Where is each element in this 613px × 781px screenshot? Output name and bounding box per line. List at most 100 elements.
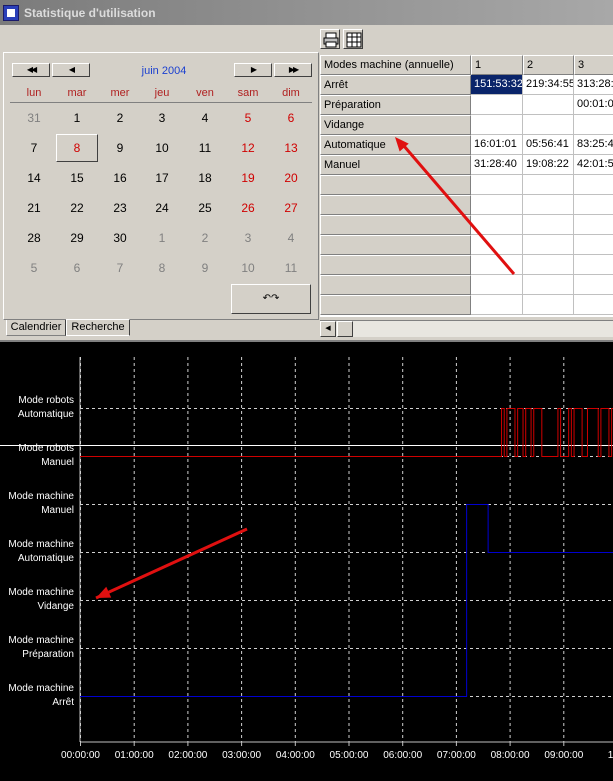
calendar-day[interactable]: 1	[57, 104, 97, 132]
grid-row-header: Vidange	[320, 115, 471, 135]
calendar-day[interactable]: 25	[185, 194, 225, 222]
grid-cell[interactable]	[574, 115, 613, 135]
grid-cell[interactable]	[471, 115, 523, 135]
grid-cell[interactable]: 00:01:0	[574, 95, 613, 115]
prev-month-button[interactable]: ◀	[52, 63, 90, 77]
calendar-day[interactable]: 9	[185, 254, 225, 282]
grid-cell[interactable]: 05:56:41	[523, 135, 574, 155]
grid-cell[interactable]	[523, 255, 574, 275]
calendar-day[interactable]: 22	[57, 194, 97, 222]
calendar-day[interactable]: 26	[228, 194, 268, 222]
grid-cell[interactable]	[471, 215, 523, 235]
calendar-day[interactable]: 6	[271, 104, 311, 132]
calendar-day[interactable]: 27	[271, 194, 311, 222]
calendar-day[interactable]: 12	[228, 134, 268, 162]
today-button[interactable]: ↶↷	[231, 284, 311, 314]
grid-cell[interactable]	[574, 215, 613, 235]
calendar-day[interactable]: 7	[14, 134, 54, 162]
calendar-day[interactable]: 1	[142, 224, 182, 252]
grid-cell[interactable]: 16:01:01	[471, 135, 523, 155]
grid-cell[interactable]	[574, 175, 613, 195]
calendar-day[interactable]: 9	[100, 134, 140, 162]
calendar-day[interactable]: 5	[228, 104, 268, 132]
calendar-day[interactable]: 10	[228, 254, 268, 282]
grid-cell[interactable]	[471, 195, 523, 215]
calendar-day[interactable]: 28	[14, 224, 54, 252]
calendar-day[interactable]: 7	[100, 254, 140, 282]
prev-year-button[interactable]: ◀◀	[12, 63, 50, 77]
calendar-day[interactable]: 19	[228, 164, 268, 192]
y-level-label-line2: Manuel	[41, 457, 74, 468]
robot-mode-series	[80, 408, 613, 457]
grid-cell[interactable]	[471, 235, 523, 255]
grid-cell[interactable]	[471, 175, 523, 195]
calendar-day[interactable]: 8	[142, 254, 182, 282]
grid-cell[interactable]	[574, 295, 613, 315]
grid-cell[interactable]: 313:28:	[574, 75, 613, 95]
calendar-day[interactable]: 24	[142, 194, 182, 222]
next-month-button[interactable]: ▶	[234, 63, 272, 77]
calendar-day[interactable]: 13	[271, 134, 311, 162]
grid-cell[interactable]	[471, 275, 523, 295]
grid-cell[interactable]: 151:53:32	[471, 75, 523, 95]
scroll-left-arrow-icon[interactable]: ◀	[320, 321, 336, 337]
calendar-day[interactable]: 4	[185, 104, 225, 132]
calendar-day[interactable]: 17	[142, 164, 182, 192]
calendar-day[interactable]: 3	[228, 224, 268, 252]
grid-row-header	[320, 275, 471, 295]
tab-calendrier[interactable]: Calendrier	[6, 320, 66, 336]
x-tick-label: 04:00:00	[275, 750, 315, 761]
grid-cell[interactable]	[471, 295, 523, 315]
grid-cell[interactable]	[471, 255, 523, 275]
next-year-button[interactable]: ▶▶	[274, 63, 312, 77]
grid-cell[interactable]	[523, 175, 574, 195]
grid-horizontal-scrollbar[interactable]: ◀	[320, 320, 613, 337]
calendar-day[interactable]: 11	[271, 254, 311, 282]
grid-cell[interactable]	[574, 235, 613, 255]
calendar-day[interactable]: 31	[14, 104, 54, 132]
grid-cell[interactable]	[574, 275, 613, 295]
grid-cell[interactable]	[574, 195, 613, 215]
grid-cell[interactable]: 42:01:5	[574, 155, 613, 175]
calendar-day[interactable]: 2	[100, 104, 140, 132]
calendar-day[interactable]: 18	[185, 164, 225, 192]
calendar-day[interactable]: 30	[100, 224, 140, 252]
scroll-thumb[interactable]	[337, 321, 353, 337]
calendar-day-selected[interactable]: 8	[56, 134, 98, 162]
grid-cell[interactable]	[523, 235, 574, 255]
grid-cell[interactable]	[523, 295, 574, 315]
grid-cell[interactable]: 83:25:4	[574, 135, 613, 155]
y-level-label: Mode robots Automatique	[4, 394, 74, 422]
calendar-day[interactable]: 2	[185, 224, 225, 252]
calendar-day[interactable]: 14	[14, 164, 54, 192]
calendar-day[interactable]: 23	[100, 194, 140, 222]
month-label: juin 2004	[141, 65, 187, 77]
grid-row-header	[320, 175, 471, 195]
calendar-day[interactable]: 4	[271, 224, 311, 252]
tab-recherche[interactable]: Recherche	[66, 319, 130, 336]
calendar-day[interactable]: 21	[14, 194, 54, 222]
calendar-day[interactable]: 16	[100, 164, 140, 192]
grid-cell[interactable]	[574, 255, 613, 275]
table-view-button[interactable]	[343, 29, 363, 49]
grid-row-header	[320, 195, 471, 215]
grid-cell[interactable]	[523, 215, 574, 235]
grid-cell[interactable]	[523, 95, 574, 115]
calendar-day[interactable]: 15	[57, 164, 97, 192]
calendar-day[interactable]: 20	[271, 164, 311, 192]
calendar-day[interactable]: 5	[14, 254, 54, 282]
grid-cell[interactable]: 31:28:40	[471, 155, 523, 175]
calendar-day[interactable]: 29	[57, 224, 97, 252]
print-button[interactable]	[320, 29, 340, 49]
grid-cell[interactable]: 219:34:55	[523, 75, 574, 95]
grid-cell[interactable]	[471, 95, 523, 115]
grid-cell[interactable]	[523, 195, 574, 215]
grid-cell[interactable]: 19:08:22	[523, 155, 574, 175]
calendar-day[interactable]: 11	[185, 134, 225, 162]
calendar-day[interactable]: 6	[57, 254, 97, 282]
grid-cell[interactable]	[523, 275, 574, 295]
calendar-day[interactable]: 10	[142, 134, 182, 162]
calendar-day[interactable]: 3	[142, 104, 182, 132]
y-level-label-line1: Mode machine	[8, 683, 74, 694]
grid-cell[interactable]	[523, 115, 574, 135]
